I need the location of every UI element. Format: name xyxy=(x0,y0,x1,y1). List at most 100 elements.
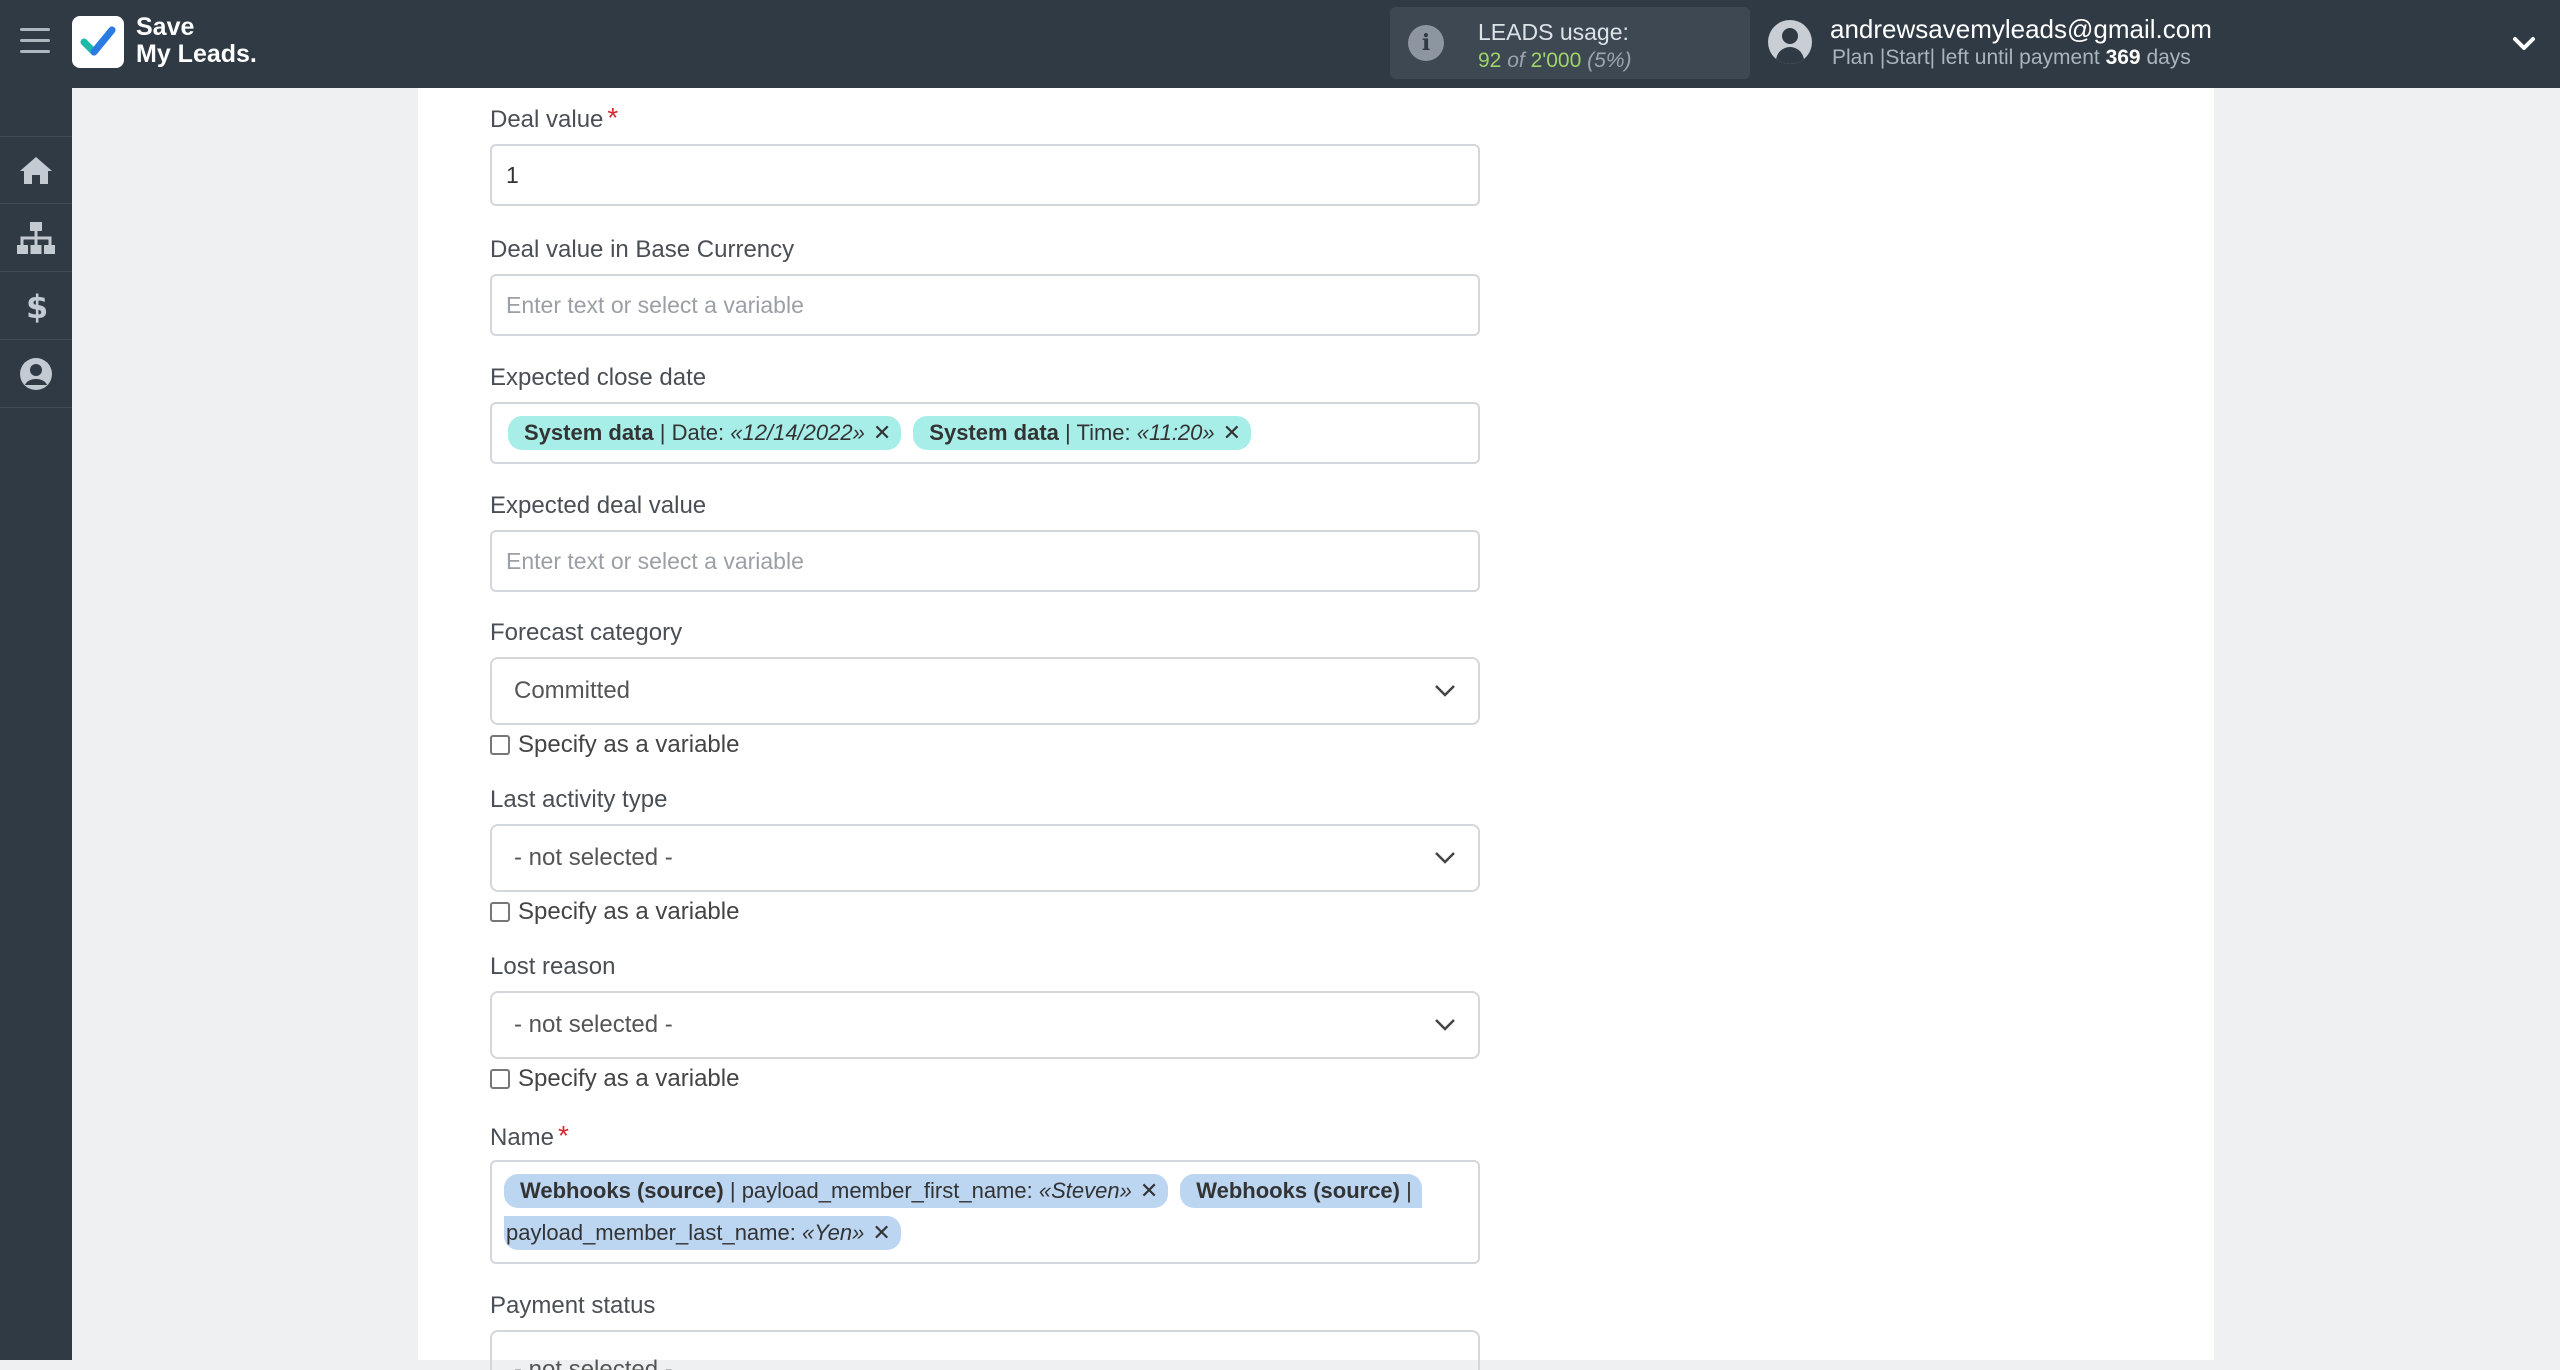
usage-value: 92 of 2'000 (5%) xyxy=(1478,49,1631,73)
svg-text:$: $ xyxy=(26,289,48,323)
tag-source: Webhooks (source) xyxy=(1196,1178,1400,1203)
sidebar-item-billing[interactable]: $ xyxy=(0,272,72,340)
logo-line1: Save xyxy=(136,13,195,41)
last-activity-type-label: Last activity type xyxy=(490,786,668,813)
name-input[interactable]: Webhooks (source) | payload_member_first… xyxy=(490,1160,1480,1264)
checkbox[interactable] xyxy=(490,1069,510,1089)
checkbox-label: Specify as a variable xyxy=(518,731,740,758)
user-circle-icon xyxy=(20,357,52,390)
close-icon[interactable]: ✕ xyxy=(1140,1178,1158,1204)
select-value: - not selected - xyxy=(514,1011,673,1038)
logo-icon[interactable] xyxy=(72,16,124,68)
variable-tag[interactable]: Webhooks (source) | xyxy=(1180,1174,1422,1208)
checkbox-label: Specify as a variable xyxy=(518,1065,740,1092)
tag-separator: payload_member_last_name: xyxy=(506,1220,802,1245)
expected-close-date-input[interactable]: System data | Date: «12/14/2022» ✕ Syste… xyxy=(490,402,1480,464)
checkbox-label: Specify as a variable xyxy=(518,898,740,925)
name-field: Name * Webhooks (source) | payload_member… xyxy=(490,1120,1480,1264)
logo-text[interactable]: Save My Leads. xyxy=(136,14,257,68)
top-bar: Save My Leads. i LEADS usage: 92 of 2'00… xyxy=(0,0,2560,88)
last-activity-type-select[interactable]: - not selected - xyxy=(490,824,1480,892)
forecast-category-label: Forecast category xyxy=(490,619,683,646)
required-marker: * xyxy=(558,1120,569,1151)
user-email[interactable]: andrewsavemyleads@gmail.com xyxy=(1830,14,2212,45)
specify-variable-checkbox-row[interactable]: Specify as a variable xyxy=(490,731,1480,759)
checkbox[interactable] xyxy=(490,902,510,922)
payment-status-select[interactable]: - not selected - xyxy=(490,1330,1480,1370)
select-value: - not selected - xyxy=(514,844,673,871)
leads-usage-panel: i LEADS usage: 92 of 2'000 (5%) xyxy=(1390,7,1750,79)
plan-days: 369 xyxy=(2105,46,2141,69)
dollar-icon: $ xyxy=(26,289,48,323)
chevron-down-icon xyxy=(1435,685,1455,697)
expected-deal-value-label: Expected deal value xyxy=(490,492,707,519)
usage-total: 2'000 xyxy=(1530,49,1582,72)
deal-value-base-label: Deal value in Base Currency xyxy=(490,236,795,263)
sidebar: $ xyxy=(0,88,72,1360)
plan-info: Plan |Start| left until payment 369 days xyxy=(1832,46,2191,70)
lost-reason-label: Lost reason xyxy=(490,953,616,980)
deal-value-label: Deal value * xyxy=(490,102,1480,134)
close-icon[interactable]: ✕ xyxy=(1223,420,1241,446)
tag-separator: | Date: xyxy=(653,420,731,445)
specify-variable-checkbox-row[interactable]: Specify as a variable xyxy=(490,898,1480,926)
tag-source: System data xyxy=(524,420,654,445)
usage-of: of xyxy=(1507,49,1525,72)
home-icon xyxy=(20,157,52,184)
close-icon[interactable]: ✕ xyxy=(873,420,891,446)
last-activity-type-field: Last activity type - not selected - Spec… xyxy=(490,784,1480,926)
tag-value: «11:20» xyxy=(1136,420,1215,445)
payment-status-field: Payment status - not selected - xyxy=(490,1290,1480,1370)
expected-deal-value-field: Expected deal value Enter text or select… xyxy=(490,490,1480,592)
sitemap-icon xyxy=(17,221,55,254)
variable-tag[interactable]: Webhooks (source) | payload_member_first… xyxy=(504,1174,1169,1208)
tag-separator: | Time: xyxy=(1058,420,1137,445)
tag-source: Webhooks (source) xyxy=(520,1178,724,1203)
deal-value-base-field: Deal value in Base Currency Enter text o… xyxy=(490,234,1480,336)
expected-close-date-field: Expected close date System data | Date: … xyxy=(490,362,1480,464)
forecast-category-select[interactable]: Committed xyxy=(490,657,1480,725)
chevron-down-icon[interactable] xyxy=(2510,30,2538,58)
close-icon[interactable]: ✕ xyxy=(872,1220,890,1246)
expected-close-date-label: Expected close date xyxy=(490,364,707,391)
tag-value: «Yen» xyxy=(801,1220,865,1245)
sidebar-item-home[interactable] xyxy=(0,136,72,204)
name-label-text: Name xyxy=(490,1124,555,1151)
tag-separator: | xyxy=(1400,1178,1412,1203)
chevron-down-icon xyxy=(1435,852,1455,864)
lost-reason-select[interactable]: - not selected - xyxy=(490,991,1480,1059)
deal-value-input[interactable]: 1 xyxy=(490,144,1480,206)
required-marker: * xyxy=(607,102,619,133)
payment-status-label: Payment status xyxy=(490,1292,656,1319)
avatar[interactable] xyxy=(1768,20,1812,64)
deal-value-label-text: Deal value xyxy=(490,106,604,133)
specify-variable-checkbox-row[interactable]: Specify as a variable xyxy=(490,1065,1480,1093)
select-value: - not selected - xyxy=(514,1356,673,1370)
usage-used: 92 xyxy=(1478,49,1502,72)
chevron-down-icon xyxy=(1435,1019,1455,1031)
expected-deal-value-input[interactable]: Enter text or select a variable xyxy=(490,530,1480,592)
usage-label: LEADS usage: xyxy=(1478,19,1629,45)
tag-separator: | payload_member_first_name: xyxy=(723,1178,1039,1203)
name-label: Name * xyxy=(490,1120,1480,1152)
variable-tag[interactable]: System data | Date: «12/14/2022» ✕ xyxy=(508,416,902,450)
tag-value: «12/14/2022» xyxy=(730,420,865,445)
checkbox[interactable] xyxy=(490,735,510,755)
sidebar-item-account[interactable] xyxy=(0,340,72,408)
plan-prefix: Plan |Start| left until payment xyxy=(1832,46,2100,69)
menu-icon[interactable] xyxy=(20,28,50,56)
plan-suffix: days xyxy=(2146,46,2191,69)
usage-percent: (5%) xyxy=(1587,49,1632,72)
variable-tag-continuation[interactable]: payload_member_last_name: «Yen» ✕ xyxy=(504,1216,901,1250)
deal-value-base-input[interactable]: Enter text or select a variable xyxy=(490,274,1480,336)
deal-value-field: Deal value * 1 xyxy=(490,102,1480,206)
tag-value: «Steven» xyxy=(1038,1178,1132,1203)
variable-tag[interactable]: System data | Time: «11:20» ✕ xyxy=(913,416,1252,450)
select-value: Committed xyxy=(514,677,631,704)
sidebar-item-connections[interactable] xyxy=(0,204,72,272)
logo-line2: My Leads. xyxy=(136,40,257,68)
lost-reason-field: Lost reason - not selected - Specify as … xyxy=(490,951,1480,1093)
tag-source: System data xyxy=(929,420,1059,445)
info-icon: i xyxy=(1408,25,1444,61)
forecast-category-field: Forecast category Committed Specify as a… xyxy=(490,617,1480,759)
